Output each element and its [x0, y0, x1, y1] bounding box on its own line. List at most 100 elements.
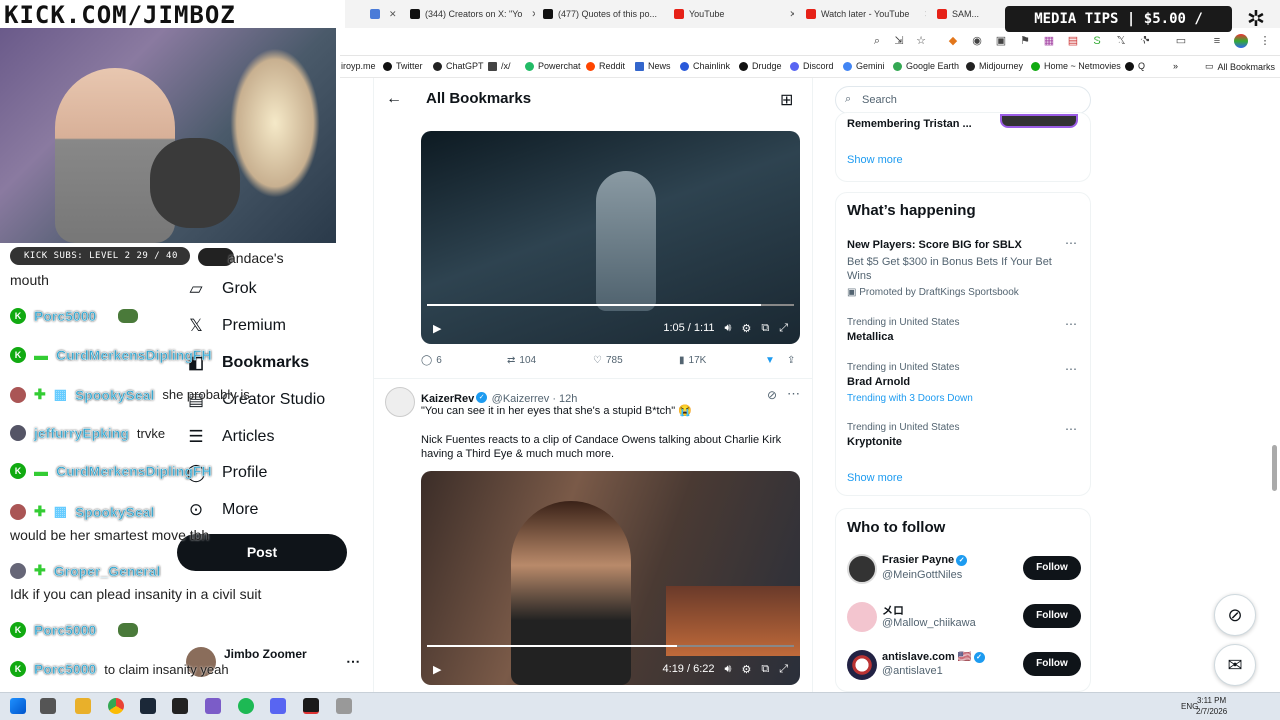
start-icon[interactable]: [10, 698, 26, 714]
bookmark[interactable]: Powerchat: [525, 61, 581, 71]
nav-grok[interactable]: ▱ Grok: [186, 279, 256, 299]
bookmark[interactable]: Q: [1125, 61, 1145, 71]
video-player[interactable]: ▶ 4:19 / 6:22 🔊︎ ⚙ ⧉ ⤢: [421, 471, 800, 685]
bookmark[interactable]: Drudge: [739, 61, 782, 71]
grok-icon[interactable]: ⊘: [767, 388, 777, 402]
trend-name[interactable]: Kryptonite: [847, 436, 902, 448]
counter-icon[interactable]: ⚑: [1018, 34, 1032, 48]
views-button[interactable]: ▮ 17K: [679, 355, 706, 366]
browser-tab[interactable]: SAM...: [937, 4, 997, 24]
grok-fab-icon[interactable]: ⊘: [1214, 594, 1256, 636]
show-more-link[interactable]: Show more: [847, 154, 903, 166]
fullscreen-icon[interactable]: ⤢: [779, 663, 788, 676]
browser-tab[interactable]: (344) Creators on X: "Yo✕: [410, 4, 535, 24]
reply-button[interactable]: ◯ 6: [421, 355, 442, 366]
pip-icon[interactable]: ⧉: [761, 663, 769, 676]
back-arrow-icon[interactable]: ←: [386, 90, 402, 108]
share-button[interactable]: ⇪: [787, 355, 795, 366]
follow-button[interactable]: Follow: [1023, 604, 1081, 628]
like-button[interactable]: ♡ 785: [593, 355, 623, 366]
fullscreen-icon[interactable]: ⤢: [779, 322, 788, 335]
bookmark[interactable]: Twitter: [383, 61, 423, 71]
trend-name[interactable]: Metallica: [847, 331, 893, 343]
video-progress-bar[interactable]: [427, 304, 794, 306]
extension-icon[interactable]: ▦: [1042, 34, 1056, 48]
browser-tab[interactable]: (477) Quotes of this po...✕: [543, 4, 663, 24]
bookmark[interactable]: Home ~ Netmovies: [1031, 61, 1121, 71]
video-progress-bar[interactable]: [427, 645, 794, 647]
nav-more[interactable]: ⊙ More: [186, 500, 259, 520]
split-icon[interactable]: ▭: [1174, 34, 1188, 48]
task-view-icon[interactable]: [40, 698, 56, 714]
avatar[interactable]: [847, 602, 877, 632]
video-player[interactable]: ▶ 1:05 / 1:11 🔊︎ ⚙ ⧉ ⤢: [421, 131, 800, 344]
more-icon[interactable]: ⋯: [1065, 317, 1077, 331]
app-icon[interactable]: [336, 698, 352, 714]
menu-lines-icon[interactable]: ≡: [1210, 34, 1224, 48]
more-icon[interactable]: ⋯: [1065, 236, 1077, 250]
bookmark[interactable]: News: [635, 61, 671, 71]
add-bookmark-folder-icon[interactable]: ⊞: [780, 90, 793, 110]
steam-icon[interactable]: [140, 698, 156, 714]
follow-button[interactable]: Follow: [1023, 556, 1081, 580]
search-input[interactable]: Search: [835, 86, 1091, 114]
play-icon[interactable]: ▶: [433, 322, 441, 335]
install-icon[interactable]: ⇲: [892, 34, 906, 48]
bookmark[interactable]: ChatGPT: [433, 61, 484, 71]
nav-articles[interactable]: ☰ Articles: [186, 427, 274, 447]
zoom-icon[interactable]: ⌕: [870, 34, 884, 48]
browser-tab[interactable]: YouTube ✕: [674, 4, 794, 24]
shield-icon[interactable]: ◉: [970, 34, 984, 48]
more-icon[interactable]: ⋯: [1065, 362, 1077, 376]
browser-tab[interactable]: Watch later - YouTube✕: [806, 4, 926, 24]
bookmark[interactable]: Midjourney: [966, 61, 1023, 71]
file-explorer-icon[interactable]: [75, 698, 91, 714]
bookmark[interactable]: Discord: [790, 61, 834, 71]
all-bookmarks[interactable]: ▭ All Bookmarks: [1205, 61, 1275, 72]
bookmark[interactable]: Gemini: [843, 61, 885, 71]
promo-title[interactable]: New Players: Score BIG for SBLX: [847, 239, 1022, 251]
bookmark[interactable]: Google Earth: [893, 61, 959, 71]
trend-extra[interactable]: Trending with 3 Doors Down: [847, 393, 973, 404]
show-more-link[interactable]: Show more: [847, 472, 903, 484]
trend-name[interactable]: Brad Arnold: [847, 376, 910, 388]
nav-premium[interactable]: 𝕏 Premium: [186, 316, 286, 336]
settings-icon[interactable]: ⚙: [741, 322, 751, 335]
settings-icon[interactable]: ⚙: [741, 663, 751, 676]
star-icon[interactable]: ☆: [914, 34, 928, 48]
kebab-menu-icon[interactable]: ⋮: [1258, 34, 1272, 48]
more-icon[interactable]: ⋯: [1065, 422, 1077, 436]
bookmark[interactable]: Chainlink: [680, 61, 730, 71]
messages-fab-icon[interactable]: ✉: [1214, 644, 1256, 686]
chrome-icon[interactable]: [108, 698, 124, 714]
pip-icon[interactable]: ⧉: [761, 322, 769, 335]
bookmark-button[interactable]: ▼: [765, 355, 775, 366]
extension-icon[interactable]: ▣: [994, 34, 1008, 48]
spotify-icon[interactable]: [238, 698, 254, 714]
follow-button[interactable]: Follow: [1023, 652, 1081, 676]
bookmark[interactable]: /x/: [488, 61, 511, 71]
extension-icon[interactable]: ▤: [1066, 34, 1080, 48]
bookmark[interactable]: Reddit: [586, 61, 625, 71]
bookmark[interactable]: iroyp.me: [341, 61, 376, 71]
scrollbar[interactable]: [1272, 445, 1277, 491]
system-clock[interactable]: 3:11 PM 2/7/2026: [1196, 695, 1227, 717]
play-icon[interactable]: ▶: [433, 663, 441, 676]
avatar[interactable]: [385, 387, 415, 417]
app-icon[interactable]: [172, 698, 188, 714]
bookmarks-overflow-icon[interactable]: »: [1173, 61, 1178, 71]
app-icon[interactable]: [303, 698, 319, 714]
tab-active-close[interactable]: ✕: [370, 4, 400, 24]
trend-item[interactable]: Remembering Tristan ...: [847, 118, 972, 130]
obs-icon[interactable]: [205, 698, 221, 714]
avatar[interactable]: [847, 650, 877, 680]
chat-message: K Porc5000: [10, 308, 139, 324]
more-icon[interactable]: ⋯: [787, 386, 800, 402]
avatar[interactable]: [847, 554, 877, 584]
repost-button[interactable]: ⇄ 104: [507, 355, 536, 366]
volume-icon[interactable]: 🔊︎: [725, 663, 732, 676]
metamask-icon[interactable]: ◆: [946, 34, 960, 48]
profile-avatar[interactable]: [1234, 34, 1248, 48]
discord-icon[interactable]: [270, 698, 286, 714]
volume-icon[interactable]: 🔊︎: [725, 322, 732, 335]
